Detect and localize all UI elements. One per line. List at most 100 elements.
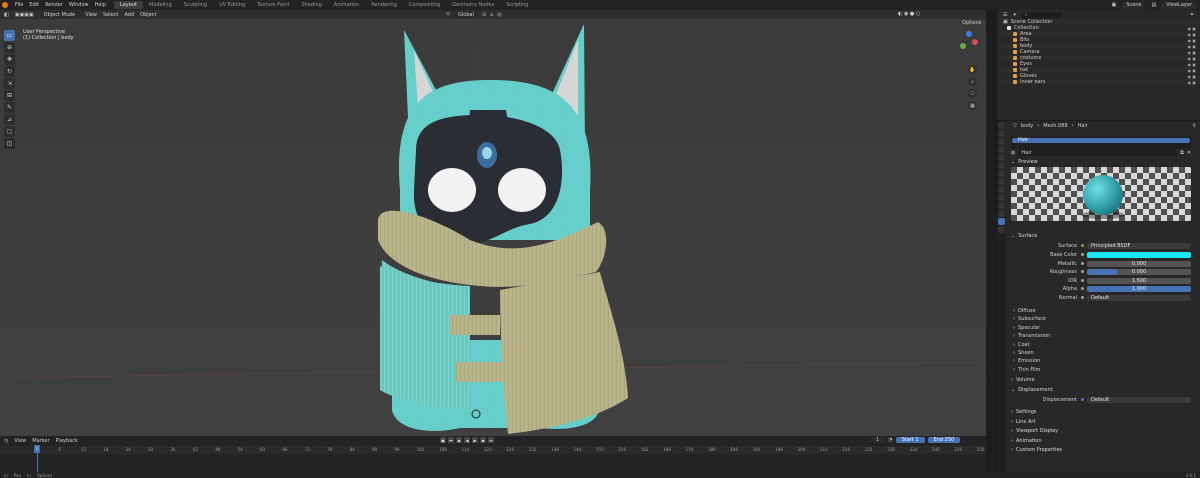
- next-key-icon[interactable]: ◆: [480, 437, 486, 443]
- menu-render[interactable]: Render: [45, 2, 63, 8]
- zoom-icon[interactable]: ⌕: [968, 77, 977, 86]
- timeline-editor-icon[interactable]: ◷: [4, 438, 8, 444]
- shader-subpanel[interactable]: › Emission: [1013, 358, 1040, 364]
- shader-subpanel[interactable]: › Thin Film: [1013, 367, 1041, 373]
- shader-subpanel[interactable]: › Subsurface: [1013, 316, 1046, 322]
- outliner-filter-funnel-icon[interactable]: ⏷: [1190, 12, 1194, 18]
- outliner-editor-icon[interactable]: ☰: [1003, 12, 1007, 18]
- shader-subpanel[interactable]: › Sheen: [1013, 350, 1034, 356]
- visibility-eye-icon[interactable]: ◉ ▣: [1187, 56, 1196, 61]
- material-name-field[interactable]: Hair: [1018, 149, 1178, 156]
- snap-icon[interactable]: ⌂: [490, 12, 493, 18]
- displacement-header[interactable]: ⌄ Displacement: [1011, 387, 1053, 393]
- unlink-material-icon[interactable]: ✕: [1187, 150, 1191, 156]
- pin-icon[interactable]: ⚲: [1192, 123, 1196, 129]
- transform-icon[interactable]: ⊞: [4, 90, 15, 101]
- object-mode-select[interactable]: Object Mode: [39, 11, 80, 18]
- tab-texture-paint[interactable]: Texture Paint: [251, 1, 295, 9]
- menu-edit[interactable]: Edit: [29, 2, 39, 8]
- menu-file[interactable]: File: [15, 2, 23, 8]
- measure-icon[interactable]: ⊿: [4, 114, 15, 125]
- record-icon[interactable]: ●: [440, 437, 446, 443]
- base-color-swatch[interactable]: [1087, 252, 1191, 258]
- mode-icons[interactable]: ▣▣▣▣: [15, 12, 34, 18]
- modifier-tab-icon[interactable]: [998, 178, 1005, 185]
- frame-ruler[interactable]: 1 6 12 18 24 30 36 42 48 54 60 66 72 78 84 90 96 102 108 11…: [0, 446, 986, 454]
- panel-header[interactable]: › Line Art: [1011, 419, 1035, 425]
- tab-uv-editing[interactable]: UV Editing: [213, 1, 251, 9]
- menu-help[interactable]: Help: [95, 2, 106, 8]
- play-icon[interactable]: ▶: [472, 437, 478, 443]
- material-slots[interactable]: Hair: [1011, 137, 1191, 149]
- camera-view-icon[interactable]: ⎔: [968, 89, 977, 98]
- tab-sculpting[interactable]: Sculpting: [178, 1, 213, 9]
- surface-header[interactable]: ⌄ Surface: [1011, 233, 1037, 239]
- pivot-icon[interactable]: ⊙: [482, 12, 486, 18]
- ortho-grid-icon[interactable]: ▦: [968, 101, 977, 110]
- timeline-menu-view[interactable]: View: [14, 438, 26, 444]
- jump-start-icon[interactable]: ⏮: [448, 437, 454, 443]
- editor-type-icon[interactable]: ◧: [4, 12, 9, 18]
- rotate-icon[interactable]: ↻: [4, 66, 15, 77]
- tab-layout[interactable]: Layout: [114, 1, 143, 9]
- shading-icons[interactable]: ◐ ◉ ● ○: [898, 11, 920, 17]
- socket-icon[interactable]: [1081, 295, 1084, 299]
- visibility-eye-icon[interactable]: ◉ ▣: [1187, 80, 1196, 85]
- visibility-eye-icon[interactable]: ◉ ▣: [1187, 44, 1196, 49]
- duplicate-material-icon[interactable]: ⧉: [1180, 150, 1184, 156]
- param-slider[interactable]: 1.500: [1087, 277, 1191, 284]
- cursor-icon[interactable]: ⊕: [4, 42, 15, 53]
- tab-modeling[interactable]: Modeling: [143, 1, 178, 9]
- material-slot[interactable]: Hair: [1012, 138, 1190, 143]
- pan-hand-icon[interactable]: ✋: [968, 65, 977, 74]
- viewport-menu-view[interactable]: View: [85, 12, 97, 18]
- panel-header[interactable]: › Animation: [1011, 438, 1042, 444]
- displacement-field[interactable]: Default: [1087, 397, 1191, 403]
- blender-logo-icon[interactable]: [2, 2, 8, 8]
- param-slider[interactable]: 0.000: [1087, 269, 1191, 275]
- socket-icon[interactable]: [1081, 287, 1084, 290]
- tool-tab-icon[interactable]: [998, 122, 1005, 129]
- jump-end-icon[interactable]: ⏭: [488, 437, 494, 443]
- texture-tab-icon[interactable]: [998, 226, 1005, 233]
- tab-compositing[interactable]: Compositing: [403, 1, 446, 9]
- material-tab-icon[interactable]: [998, 218, 1005, 225]
- world-tab-icon[interactable]: [998, 162, 1005, 169]
- outliner[interactable]: ☰ ▾ ⌕ ⏷ ▣ Scene Collection Collection ◉ ▣…: [997, 10, 1200, 120]
- scene-tab-icon[interactable]: [998, 154, 1005, 161]
- timeline-editor[interactable]: ◷ View Marker Playback ● ⏮ ◆ ◀ ▶ ◆ ⏭ 1 ◔…: [0, 436, 986, 472]
- particles-tab-icon[interactable]: [998, 186, 1005, 193]
- play-reverse-icon[interactable]: ◀: [464, 437, 470, 443]
- socket-icon[interactable]: [1081, 253, 1084, 256]
- socket-icon[interactable]: [1081, 278, 1084, 282]
- socket-icon[interactable]: [1081, 244, 1084, 247]
- visibility-eye-icon[interactable]: ◉ ▣: [1187, 38, 1196, 43]
- preview-header[interactable]: ⌄ Preview: [1011, 159, 1038, 165]
- physics-tab-icon[interactable]: [998, 194, 1005, 201]
- viewport-menu-add[interactable]: Add: [124, 12, 134, 18]
- menu-window[interactable]: Window: [69, 2, 89, 8]
- view-layer-tab-icon[interactable]: [998, 146, 1005, 153]
- timeline-menu-playback[interactable]: Playback: [56, 438, 78, 444]
- add-cube-icon[interactable]: ▢: [4, 126, 15, 137]
- tab-geometry-nodes[interactable]: Geometry Nodes: [446, 1, 500, 9]
- navigation-gizmo[interactable]: ✋ ⌕ ⎔ ▦: [958, 21, 986, 110]
- visibility-eye-icon[interactable]: ◉ ▣: [1187, 62, 1196, 67]
- render-tab-icon[interactable]: [998, 130, 1005, 137]
- annotate-icon[interactable]: ✎: [4, 102, 15, 113]
- current-frame-field[interactable]: 1: [870, 437, 886, 443]
- viewport-menu-object[interactable]: Object: [140, 12, 156, 18]
- shader-subpanel[interactable]: › Diffuse: [1013, 308, 1036, 314]
- shader-subpanel[interactable]: › Transmission: [1013, 333, 1050, 339]
- socket-icon[interactable]: [1081, 270, 1084, 273]
- visibility-eye-icon[interactable]: ◉ ▣: [1187, 50, 1196, 55]
- timeline-menu-marker[interactable]: Marker: [32, 438, 49, 444]
- output-tab-icon[interactable]: [998, 138, 1005, 145]
- visibility-eye-icon[interactable]: ◉ ▣: [1187, 26, 1196, 31]
- visibility-eye-icon[interactable]: ◉ ▣: [1187, 32, 1196, 37]
- scale-icon[interactable]: ⇲: [4, 78, 15, 89]
- move-icon[interactable]: ✥: [4, 54, 15, 65]
- shader-subpanel[interactable]: › Coat: [1013, 342, 1030, 348]
- constraints-tab-icon[interactable]: [998, 202, 1005, 209]
- z-axis-icon[interactable]: [966, 31, 972, 37]
